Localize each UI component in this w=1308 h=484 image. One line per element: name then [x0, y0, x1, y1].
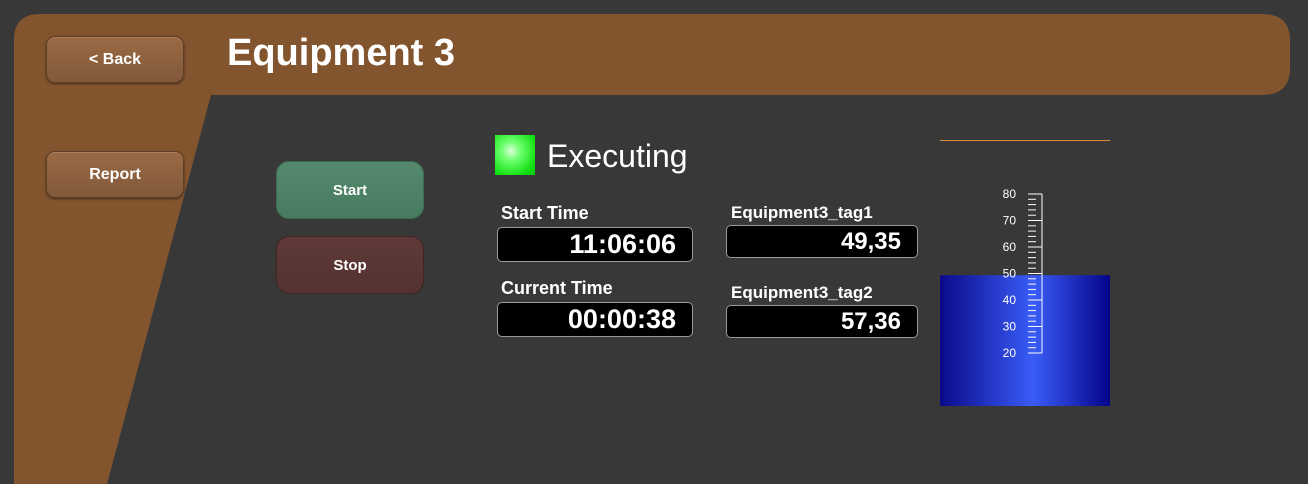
- start-time-value: 11:06:06: [497, 227, 693, 262]
- tank-scale-label: 20: [1003, 346, 1017, 360]
- report-button[interactable]: Report: [46, 151, 184, 198]
- tank-scale-label: 60: [1003, 240, 1017, 254]
- tag2-value: 57,36: [726, 305, 918, 338]
- tank-scale-label: 40: [1003, 293, 1017, 307]
- tank-fill: [940, 275, 1110, 406]
- current-time-value: 00:00:38: [497, 302, 693, 337]
- status-indicator-light: [495, 135, 535, 175]
- page-title: Equipment 3: [227, 32, 456, 74]
- tank-top-line: [940, 140, 1110, 141]
- tag2-label: Equipment3_tag2: [731, 283, 873, 302]
- tank-scale-label: 70: [1003, 214, 1017, 228]
- status-text: Executing: [547, 138, 688, 174]
- start-button[interactable]: Start: [276, 161, 424, 219]
- back-button[interactable]: < Back: [46, 36, 184, 83]
- tank-scale-label: 50: [1003, 267, 1017, 281]
- tank-scale-label: 30: [1003, 320, 1017, 334]
- current-time-label: Current Time: [501, 278, 613, 298]
- tag1-value: 49,35: [726, 225, 918, 258]
- tank-scale-label: 80: [1003, 187, 1017, 201]
- tag1-label: Equipment3_tag1: [731, 203, 873, 222]
- start-time-label: Start Time: [501, 203, 589, 223]
- tank-level-gauge: 80 70 60 50 40 30 20: [940, 187, 1110, 406]
- stop-button[interactable]: Stop: [276, 236, 424, 294]
